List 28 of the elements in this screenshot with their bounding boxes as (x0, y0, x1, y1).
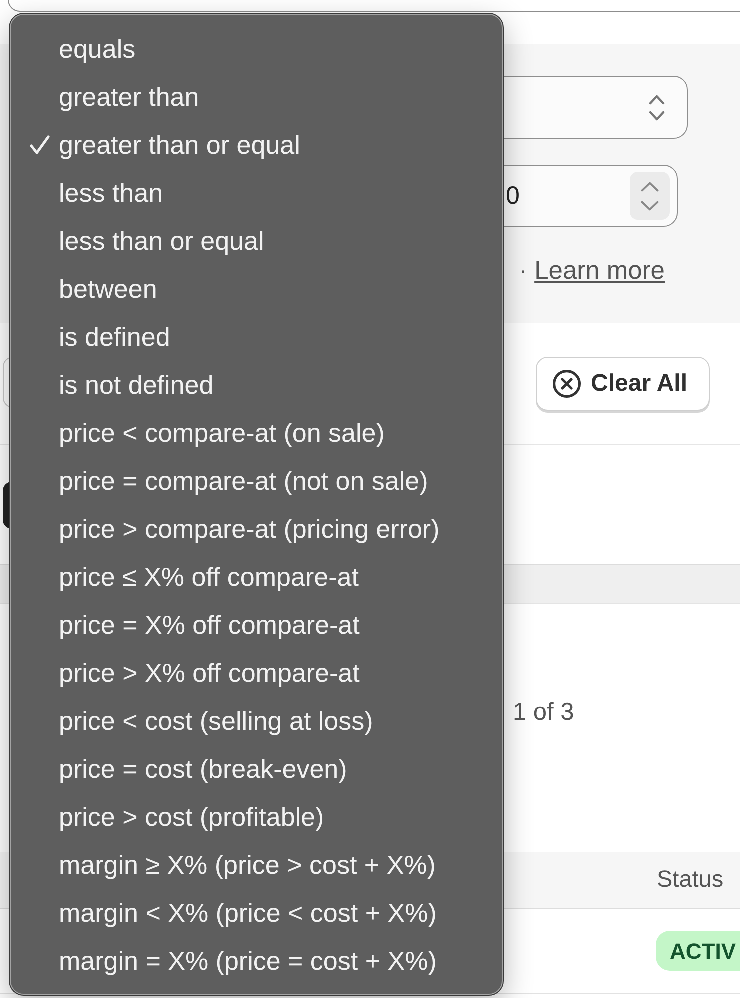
menu-item[interactable]: equals (11, 25, 502, 73)
chevron-up-down-icon (649, 94, 665, 120)
status-badge: ACTIV (656, 931, 740, 971)
menu-item[interactable]: margin = X% (price = cost + X%) (11, 937, 502, 985)
menu-item[interactable]: price < cost (selling at loss) (11, 697, 502, 745)
menu-item[interactable]: price > cost (profitable) (11, 793, 502, 841)
menu-item[interactable]: margin < X% (price < cost + X%) (11, 889, 502, 937)
clear-all-button[interactable]: Clear All (536, 357, 710, 411)
menu-item[interactable]: price > X% off compare-at (11, 649, 502, 697)
chevron-down-icon[interactable] (641, 200, 659, 210)
menu-item[interactable]: price = X% off compare-at (11, 601, 502, 649)
menu-item[interactable]: is not defined (11, 361, 502, 409)
menu-item[interactable]: price ≤ X% off compare-at (11, 553, 502, 601)
page-indicator: 1 of 3 (513, 698, 574, 728)
x-circle-icon (553, 370, 581, 398)
menu-item[interactable]: price = cost (break-even) (11, 745, 502, 793)
menu-item[interactable]: price = compare-at (not on sale) (11, 457, 502, 505)
menu-item[interactable]: margin ≥ X% (price > cost + X%) (11, 841, 502, 889)
menu-item[interactable]: is defined (11, 313, 502, 361)
menu-item[interactable]: between (11, 265, 502, 313)
column-header: Status (657, 865, 724, 894)
input-field[interactable] (8, 0, 740, 12)
menu-item[interactable]: price < compare-at (on sale) (11, 409, 502, 457)
menu-item[interactable]: price > compare-at (pricing error) (11, 505, 502, 553)
learn-more-link[interactable]: Learn more (534, 257, 665, 285)
menu-item[interactable]: greater than (11, 73, 502, 121)
helper-text: · Learn more (519, 256, 665, 287)
chevron-up-icon[interactable] (641, 182, 659, 192)
